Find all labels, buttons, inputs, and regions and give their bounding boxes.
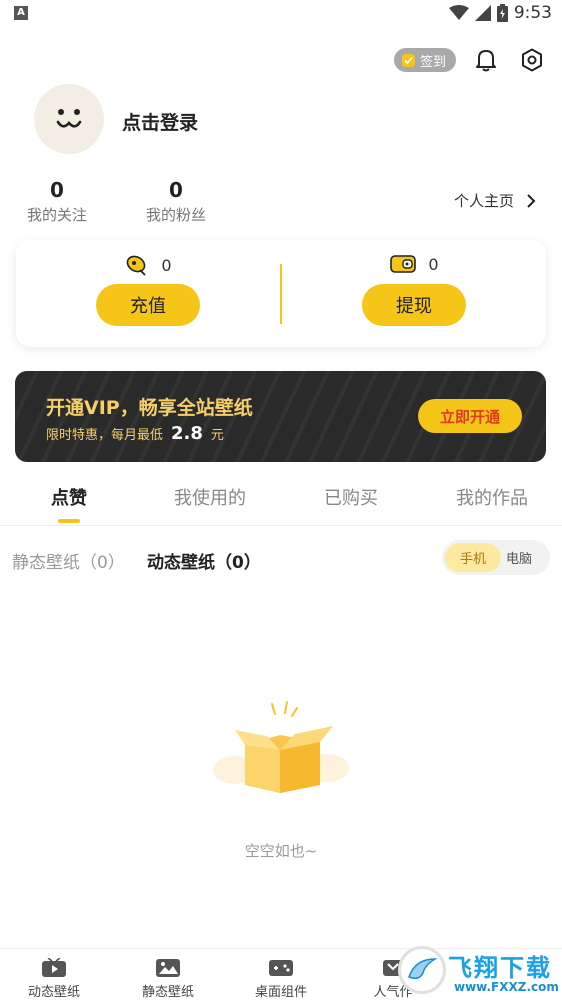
following-label: 我的关注 bbox=[26, 206, 87, 224]
site-watermark: 飞翔下载 www.FXXZ.com bbox=[398, 942, 559, 1002]
vip-price: 2.8 bbox=[171, 423, 203, 444]
coins-row: 0 bbox=[16, 254, 281, 276]
vip-title: 开通VIP，畅享全站壁纸 bbox=[46, 397, 253, 419]
smiley-face-icon bbox=[56, 109, 82, 128]
nav-static-wallpaper[interactable]: 静态壁纸 bbox=[123, 957, 213, 1000]
content-tabs: 点赞 我使用的 已购买 我的作品 bbox=[0, 478, 562, 526]
followers-stat[interactable]: 0 我的粉丝 bbox=[131, 178, 221, 225]
followers-count: 0 bbox=[169, 178, 183, 202]
tab-likes[interactable]: 点赞 bbox=[46, 484, 92, 510]
balance-row: 0 bbox=[282, 254, 547, 274]
filter-dynamic-wallpaper[interactable]: 动态壁纸（0） bbox=[147, 548, 261, 573]
nav-dynamic-wallpaper[interactable]: 动态壁纸 bbox=[9, 957, 99, 1000]
empty-box-icon bbox=[213, 701, 349, 793]
nav-label: 动态壁纸 bbox=[27, 985, 80, 1000]
avatar[interactable] bbox=[34, 84, 104, 154]
status-bar: A 9:53 bbox=[0, 0, 562, 26]
tab-my-works[interactable]: 我的作品 bbox=[447, 484, 537, 510]
profile-page: A 9:53 签到 点击登录 0 我的关注 0 我的粉丝 个人主页 0 充值 0… bbox=[0, 0, 562, 1004]
balance-section: 0 提现 bbox=[282, 240, 547, 347]
chevron-right-icon bbox=[527, 193, 536, 208]
gamepad-widget-icon bbox=[269, 960, 293, 976]
image-icon bbox=[156, 959, 180, 977]
empty-state-text: 空空如也~ bbox=[244, 842, 318, 860]
login-prompt[interactable]: 点击登录 bbox=[122, 108, 198, 135]
notification-badge-icon: A bbox=[14, 6, 28, 20]
battery-icon bbox=[496, 4, 508, 22]
coin-icon bbox=[127, 255, 147, 276]
wallet-icon bbox=[390, 255, 417, 273]
balance-count: 0 bbox=[428, 254, 439, 274]
wallet-card: 0 充值 0 提现 bbox=[16, 240, 546, 347]
status-icons: 9:53 bbox=[448, 3, 552, 23]
checkin-icon bbox=[401, 53, 415, 67]
vip-banner[interactable]: 开通VIP，畅享全站壁纸 限时特惠，每月最低 2.8 元 立即开通 bbox=[15, 371, 546, 462]
active-tab-indicator bbox=[58, 519, 80, 523]
vip-subtitle: 限时特惠，每月最低 2.8 元 bbox=[46, 423, 224, 444]
settings-icon[interactable] bbox=[516, 44, 548, 76]
watermark-url: www.FXXZ.com bbox=[454, 980, 559, 994]
bell-icon[interactable] bbox=[470, 44, 502, 76]
coins-section: 0 充值 bbox=[16, 240, 281, 347]
device-pc-option[interactable]: 电脑 bbox=[491, 543, 547, 572]
vip-sub-prefix: 限时特惠，每月最低 bbox=[46, 428, 164, 443]
homepage-label: 个人主页 bbox=[453, 192, 514, 210]
device-toggle: 手机 电脑 bbox=[442, 540, 550, 575]
top-actions: 签到 bbox=[393, 44, 548, 76]
tab-used[interactable]: 我使用的 bbox=[165, 484, 255, 510]
video-tv-icon bbox=[42, 958, 66, 977]
clock-time: 9:53 bbox=[513, 3, 552, 23]
followers-label: 我的粉丝 bbox=[145, 206, 206, 224]
filter-static-wallpaper[interactable]: 静态壁纸（0） bbox=[12, 548, 125, 573]
recharge-button[interactable]: 充值 bbox=[96, 284, 200, 326]
coins-count: 0 bbox=[161, 255, 172, 275]
nav-desktop-widgets[interactable]: 桌面组件 bbox=[236, 957, 326, 1000]
signin-label: 签到 bbox=[419, 54, 446, 70]
vip-price-unit: 元 bbox=[210, 428, 224, 443]
vip-open-button[interactable]: 立即开通 bbox=[418, 399, 522, 433]
following-stat[interactable]: 0 我的关注 bbox=[12, 178, 102, 225]
withdraw-button[interactable]: 提现 bbox=[362, 284, 466, 326]
personal-homepage-link[interactable]: 个人主页 bbox=[454, 190, 536, 211]
wifi-icon bbox=[448, 5, 469, 20]
following-count: 0 bbox=[50, 178, 64, 202]
signal-icon bbox=[474, 5, 491, 21]
watermark-logo-icon bbox=[398, 946, 446, 994]
signin-button[interactable]: 签到 bbox=[393, 48, 456, 72]
nav-label: 静态壁纸 bbox=[141, 985, 194, 1000]
watermark-title: 飞翔下载 bbox=[448, 954, 552, 982]
nav-label: 桌面组件 bbox=[254, 985, 307, 1000]
tab-purchased[interactable]: 已购买 bbox=[316, 484, 386, 510]
